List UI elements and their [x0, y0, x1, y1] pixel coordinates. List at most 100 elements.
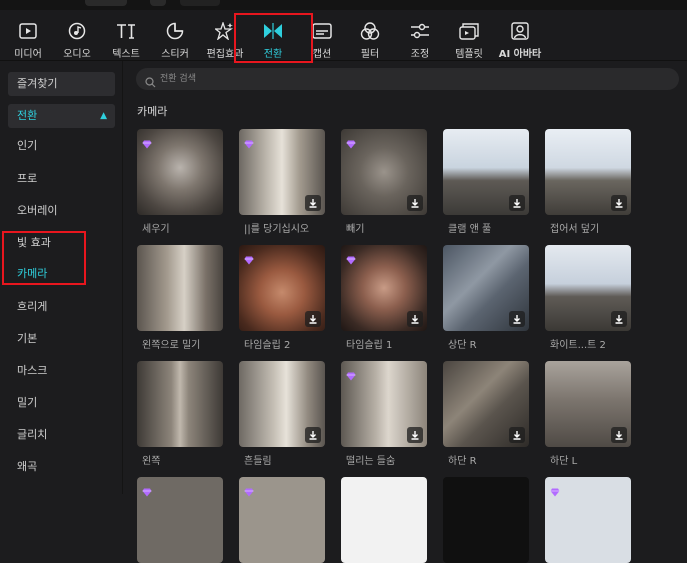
premium-gem-icon [346, 134, 356, 149]
transition-tile-caption: 하단 L [550, 456, 578, 467]
transition-tile[interactable] [239, 129, 325, 215]
tool-text[interactable]: 텍스트 [104, 10, 148, 60]
chevron-up-icon: ▲ [100, 111, 107, 121]
transition-tile[interactable] [239, 477, 325, 563]
sidebar-item-label: 프로 [17, 172, 38, 185]
tool-label: 미디어 [14, 49, 42, 60]
tool-effects[interactable]: 편집효과 [200, 10, 250, 60]
transition-tile[interactable] [545, 245, 631, 331]
search-placeholder: 전환 검색 [160, 74, 196, 84]
tool-label: 필터 [360, 49, 380, 60]
transition-tile-caption: 하단 R [448, 456, 477, 467]
download-icon[interactable] [509, 195, 525, 211]
sidebar-item-popular[interactable]: 인기 [8, 134, 115, 158]
sidebar-item-transitions[interactable]: 전환 ▲ [8, 104, 115, 128]
sidebar-item-glitch[interactable]: 글리치 [8, 423, 115, 447]
transition-tile-caption: 상단 R [448, 340, 477, 351]
transition-tile[interactable] [443, 245, 529, 331]
tool-sticker[interactable]: 스티커 [153, 10, 197, 60]
sidebar-item-push[interactable]: 밀기 [8, 391, 115, 415]
download-icon[interactable] [509, 427, 525, 443]
transition-tile-caption: 왼쪽으로 밀기 [142, 340, 201, 351]
transition-tile-caption: 떨리는 들숨 [346, 456, 396, 467]
transition-tile[interactable] [341, 361, 427, 447]
tool-caption[interactable]: 캡션 [305, 10, 339, 60]
transition-tile[interactable] [341, 129, 427, 215]
title-strip [0, 0, 687, 10]
audio-icon [68, 20, 86, 42]
sidebar-item-overlay[interactable]: 오버레이 [8, 199, 115, 223]
top-toolbar: 미디어 오디오 텍스트 스티커 편집효과 전환 캡션 필터 조정 템플릿 AI … [0, 10, 687, 61]
transition-tile-caption: 왼쪽 [142, 456, 161, 467]
download-icon[interactable] [305, 311, 321, 327]
section-title: 카메라 [137, 105, 168, 118]
download-icon[interactable] [611, 195, 627, 211]
sidebar-item-blur[interactable]: 흐리게 [8, 295, 115, 319]
transition-icon [263, 20, 283, 42]
transition-tile[interactable] [545, 129, 631, 215]
sidebar-item-distort[interactable]: 왜곡 [8, 455, 115, 479]
tool-media[interactable]: 미디어 [5, 10, 51, 60]
sidebar-item-pro[interactable]: 프로 [8, 167, 115, 191]
sidebar-item-basic[interactable]: 기본 [8, 327, 115, 351]
download-icon[interactable] [407, 311, 423, 327]
transition-tile-caption: 세우기 [142, 224, 170, 235]
tool-label: 텍스트 [112, 49, 140, 60]
download-icon[interactable] [611, 427, 627, 443]
transition-tile[interactable] [545, 361, 631, 447]
sidebar-item-label: 카메라 [17, 267, 48, 280]
tool-template[interactable]: 템플릿 [446, 10, 492, 60]
sidebar-item-label: 오버레이 [17, 204, 58, 217]
download-icon[interactable] [407, 195, 423, 211]
adjust-icon [410, 20, 430, 42]
transition-tile[interactable] [545, 477, 631, 563]
transition-tile[interactable] [341, 477, 427, 563]
tool-ai-avatar[interactable]: AI 아바타 [494, 10, 546, 60]
transition-tile-caption: 타임슬립 2 [244, 340, 291, 351]
sidebar-item-camera[interactable]: 카메라 [8, 262, 115, 286]
sidebar-item-light-effects[interactable]: 빛 효과 [8, 231, 115, 255]
sidebar-item-label: 밀기 [17, 396, 38, 409]
tool-label: 캡션 [312, 49, 332, 60]
sticker-icon [166, 20, 184, 42]
transition-tile[interactable] [341, 245, 427, 331]
transition-tile[interactable] [137, 361, 223, 447]
premium-gem-icon [244, 482, 254, 497]
premium-gem-icon [346, 250, 356, 265]
ai-avatar-icon [511, 20, 529, 42]
search-icon [145, 73, 156, 92]
effects-icon [215, 20, 235, 42]
caption-icon [312, 20, 332, 42]
download-icon[interactable] [509, 311, 525, 327]
transition-tile-caption: 타임슬립 1 [346, 340, 393, 351]
tool-audio[interactable]: 오디오 [55, 10, 99, 60]
tool-filter[interactable]: 필터 [350, 10, 390, 60]
tool-label: 전환 [263, 49, 283, 60]
sidebar-item-label: 전환 [17, 109, 38, 122]
transition-tile[interactable] [137, 477, 223, 563]
template-icon [459, 20, 479, 42]
premium-gem-icon [244, 250, 254, 265]
transition-tile[interactable] [137, 245, 223, 331]
download-icon[interactable] [305, 195, 321, 211]
tool-transition[interactable]: 전환 [248, 10, 298, 60]
transition-tile[interactable] [443, 361, 529, 447]
transition-tile[interactable] [443, 129, 529, 215]
transition-tile[interactable] [137, 129, 223, 215]
transition-tile[interactable] [239, 361, 325, 447]
sidebar-item-label: 빛 효과 [17, 236, 51, 249]
sidebar-item-mask[interactable]: 마스크 [8, 359, 115, 383]
transition-tile[interactable] [239, 245, 325, 331]
search-input[interactable]: 전환 검색 [136, 68, 679, 90]
category-sidebar: 즐겨찾기 전환 ▲ 인기 프로 오버레이 빛 효과 카메라 흐리게 기본 마스크 … [0, 61, 123, 494]
sidebar-item-favorites[interactable]: 즐겨찾기 [8, 72, 115, 96]
tool-label: 편집효과 [206, 49, 244, 60]
download-icon[interactable] [407, 427, 423, 443]
download-icon[interactable] [305, 427, 321, 443]
transition-tile-caption: 화이트...트 2 [550, 340, 606, 351]
tool-adjust[interactable]: 조정 [400, 10, 440, 60]
transition-tile[interactable] [443, 477, 529, 563]
sidebar-item-label: 글리치 [17, 428, 48, 441]
download-icon[interactable] [611, 311, 627, 327]
filter-icon [360, 20, 380, 42]
